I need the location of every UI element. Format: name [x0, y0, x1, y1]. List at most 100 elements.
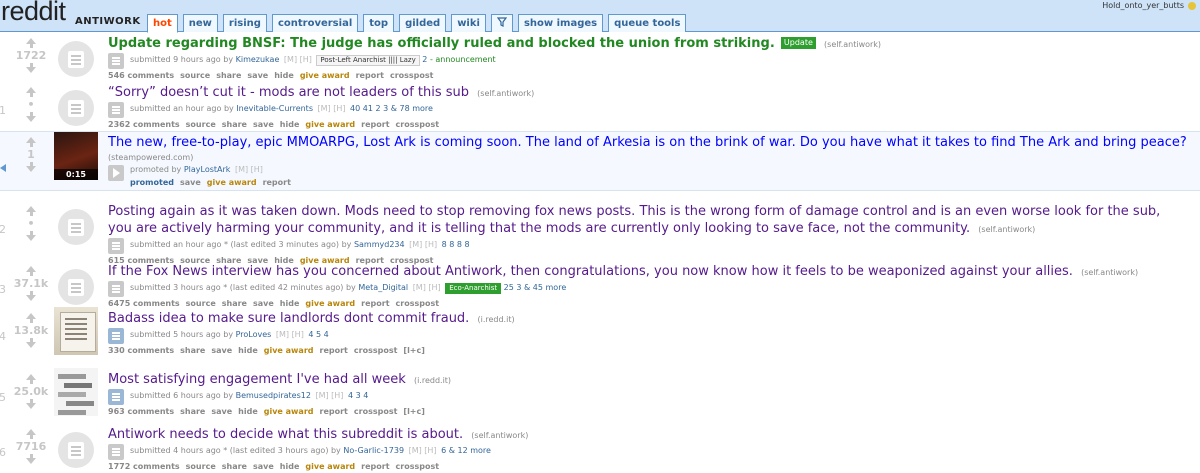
- downvote-arrow-icon[interactable]: [26, 295, 36, 301]
- post-domain[interactable]: (self.antiwork): [824, 40, 881, 49]
- comments-link[interactable]: 963 comments: [108, 407, 174, 416]
- share-button[interactable]: share: [180, 346, 205, 355]
- author-link[interactable]: Bemusedpirates12: [236, 391, 311, 400]
- crosspost-button[interactable]: crosspost: [396, 299, 440, 308]
- awards-icon[interactable]: 8 8 8 8: [442, 240, 470, 249]
- hide-button[interactable]: hide: [280, 299, 300, 308]
- tab-rising[interactable]: rising: [222, 14, 267, 32]
- comments-link[interactable]: 6475 comments: [108, 299, 180, 308]
- give-award-button[interactable]: give award: [264, 407, 314, 416]
- expand-button[interactable]: [108, 53, 124, 69]
- downvote-arrow-icon[interactable]: [26, 116, 36, 122]
- hide-button[interactable]: hide: [274, 71, 294, 80]
- comments-link[interactable]: 2362 comments: [108, 120, 180, 129]
- report-button[interactable]: report: [361, 299, 389, 308]
- author-link[interactable]: Kimezukae: [236, 55, 280, 64]
- awards-icon[interactable]: 40 41 2 3 & 78 more: [350, 104, 433, 113]
- username-link[interactable]: Hold_onto_yer_butts: [1102, 1, 1184, 10]
- thumbnail[interactable]: [54, 267, 98, 307]
- post-domain[interactable]: (i.redd.it): [414, 376, 451, 385]
- give-award-button[interactable]: give award: [305, 462, 355, 471]
- tab-top[interactable]: top: [363, 14, 395, 32]
- save-button[interactable]: save: [180, 178, 201, 187]
- link-comment-button[interactable]: [l+c]: [403, 407, 425, 416]
- expand-button[interactable]: [108, 444, 124, 460]
- awards-icon[interactable]: 6 & 12 more: [441, 446, 491, 455]
- post-domain[interactable]: (steampowered.com): [108, 153, 193, 162]
- downvote-arrow-icon[interactable]: [26, 166, 36, 172]
- share-button[interactable]: share: [222, 299, 247, 308]
- give-award-button[interactable]: give award: [305, 299, 355, 308]
- save-button[interactable]: save: [253, 462, 274, 471]
- source-button[interactable]: source: [180, 71, 210, 80]
- save-button[interactable]: save: [253, 120, 274, 129]
- thumbnail[interactable]: 0:15: [54, 132, 98, 180]
- mod-tags[interactable]: [M] [H]: [315, 391, 343, 400]
- awards-icon[interactable]: 4 3 4: [348, 391, 368, 400]
- share-button[interactable]: share: [222, 120, 247, 129]
- crosspost-button[interactable]: crosspost: [354, 346, 398, 355]
- share-button[interactable]: share: [180, 407, 205, 416]
- post-title[interactable]: Update regarding BNSF: The judge has off…: [108, 36, 775, 51]
- report-button[interactable]: report: [320, 346, 348, 355]
- thumbnail[interactable]: [54, 207, 98, 247]
- post-domain[interactable]: (i.redd.it): [477, 315, 514, 324]
- tab-hot[interactable]: hot: [147, 14, 178, 33]
- downvote-arrow-icon[interactable]: [26, 67, 36, 73]
- report-button[interactable]: report: [263, 178, 291, 187]
- tab-wiki[interactable]: wiki: [451, 14, 486, 32]
- tab-show-images[interactable]: show images: [517, 14, 604, 32]
- mod-tags[interactable]: [M] [H]: [409, 240, 437, 249]
- give-award-button[interactable]: give award: [207, 178, 257, 187]
- mod-tags[interactable]: [M] [H]: [318, 104, 346, 113]
- mod-tags[interactable]: [M] [H]: [276, 330, 304, 339]
- hide-button[interactable]: hide: [280, 120, 300, 129]
- reddit-logo[interactable]: reddit: [1, 0, 66, 27]
- give-award-button[interactable]: give award: [300, 71, 350, 80]
- expand-image-button[interactable]: [108, 328, 124, 344]
- comments-link[interactable]: 546 comments: [108, 71, 174, 80]
- link-comment-button[interactable]: [l+c]: [403, 346, 425, 355]
- expand-button[interactable]: [108, 281, 124, 297]
- mod-tags[interactable]: [M] [H]: [235, 165, 263, 174]
- play-video-button[interactable]: [108, 165, 124, 181]
- crosspost-button[interactable]: crosspost: [354, 407, 398, 416]
- funnel-icon[interactable]: [490, 14, 513, 32]
- mod-tags[interactable]: [M] [H]: [413, 283, 441, 292]
- author-link[interactable]: No-Garlic-1739: [343, 446, 404, 455]
- downvote-arrow-icon[interactable]: [26, 235, 36, 241]
- report-button[interactable]: report: [320, 407, 348, 416]
- expand-image-button[interactable]: [108, 389, 124, 405]
- author-link[interactable]: Inevitable-Currents: [236, 104, 313, 113]
- share-button[interactable]: share: [222, 462, 247, 471]
- give-award-button[interactable]: give award: [305, 120, 355, 129]
- source-button[interactable]: source: [186, 299, 216, 308]
- expand-button[interactable]: [108, 102, 124, 118]
- give-award-button[interactable]: give award: [264, 346, 314, 355]
- save-button[interactable]: save: [247, 71, 268, 80]
- author-link[interactable]: Sammyd234: [354, 240, 405, 249]
- hide-button[interactable]: hide: [238, 346, 258, 355]
- thumbnail[interactable]: [54, 39, 98, 79]
- thumbnail[interactable]: [54, 88, 98, 128]
- post-title[interactable]: The new, free-to-play, epic MMOARPG, Los…: [108, 135, 1187, 150]
- hide-button[interactable]: hide: [280, 462, 300, 471]
- comments-link[interactable]: 330 comments: [108, 346, 174, 355]
- crosspost-button[interactable]: crosspost: [396, 120, 440, 129]
- crosspost-button[interactable]: crosspost: [396, 462, 440, 471]
- thumbnail[interactable]: [54, 430, 98, 470]
- post-title[interactable]: Antiwork needs to decide what this subre…: [108, 427, 463, 442]
- hide-button[interactable]: hide: [238, 407, 258, 416]
- author-link[interactable]: PlayLostArk: [184, 165, 231, 174]
- post-title[interactable]: If the Fox News interview has you concer…: [108, 264, 1073, 279]
- tab-gilded[interactable]: gilded: [399, 14, 447, 32]
- expand-button[interactable]: [108, 238, 124, 254]
- report-button[interactable]: report: [361, 120, 389, 129]
- source-button[interactable]: source: [186, 462, 216, 471]
- awards-icon[interactable]: 25 3 & 45 more: [504, 283, 567, 292]
- thumbnail[interactable]: [54, 307, 98, 355]
- share-button[interactable]: share: [216, 71, 241, 80]
- author-link[interactable]: Meta_Digital: [358, 283, 408, 292]
- save-button[interactable]: save: [211, 407, 232, 416]
- post-domain[interactable]: (self.antiwork): [477, 89, 534, 98]
